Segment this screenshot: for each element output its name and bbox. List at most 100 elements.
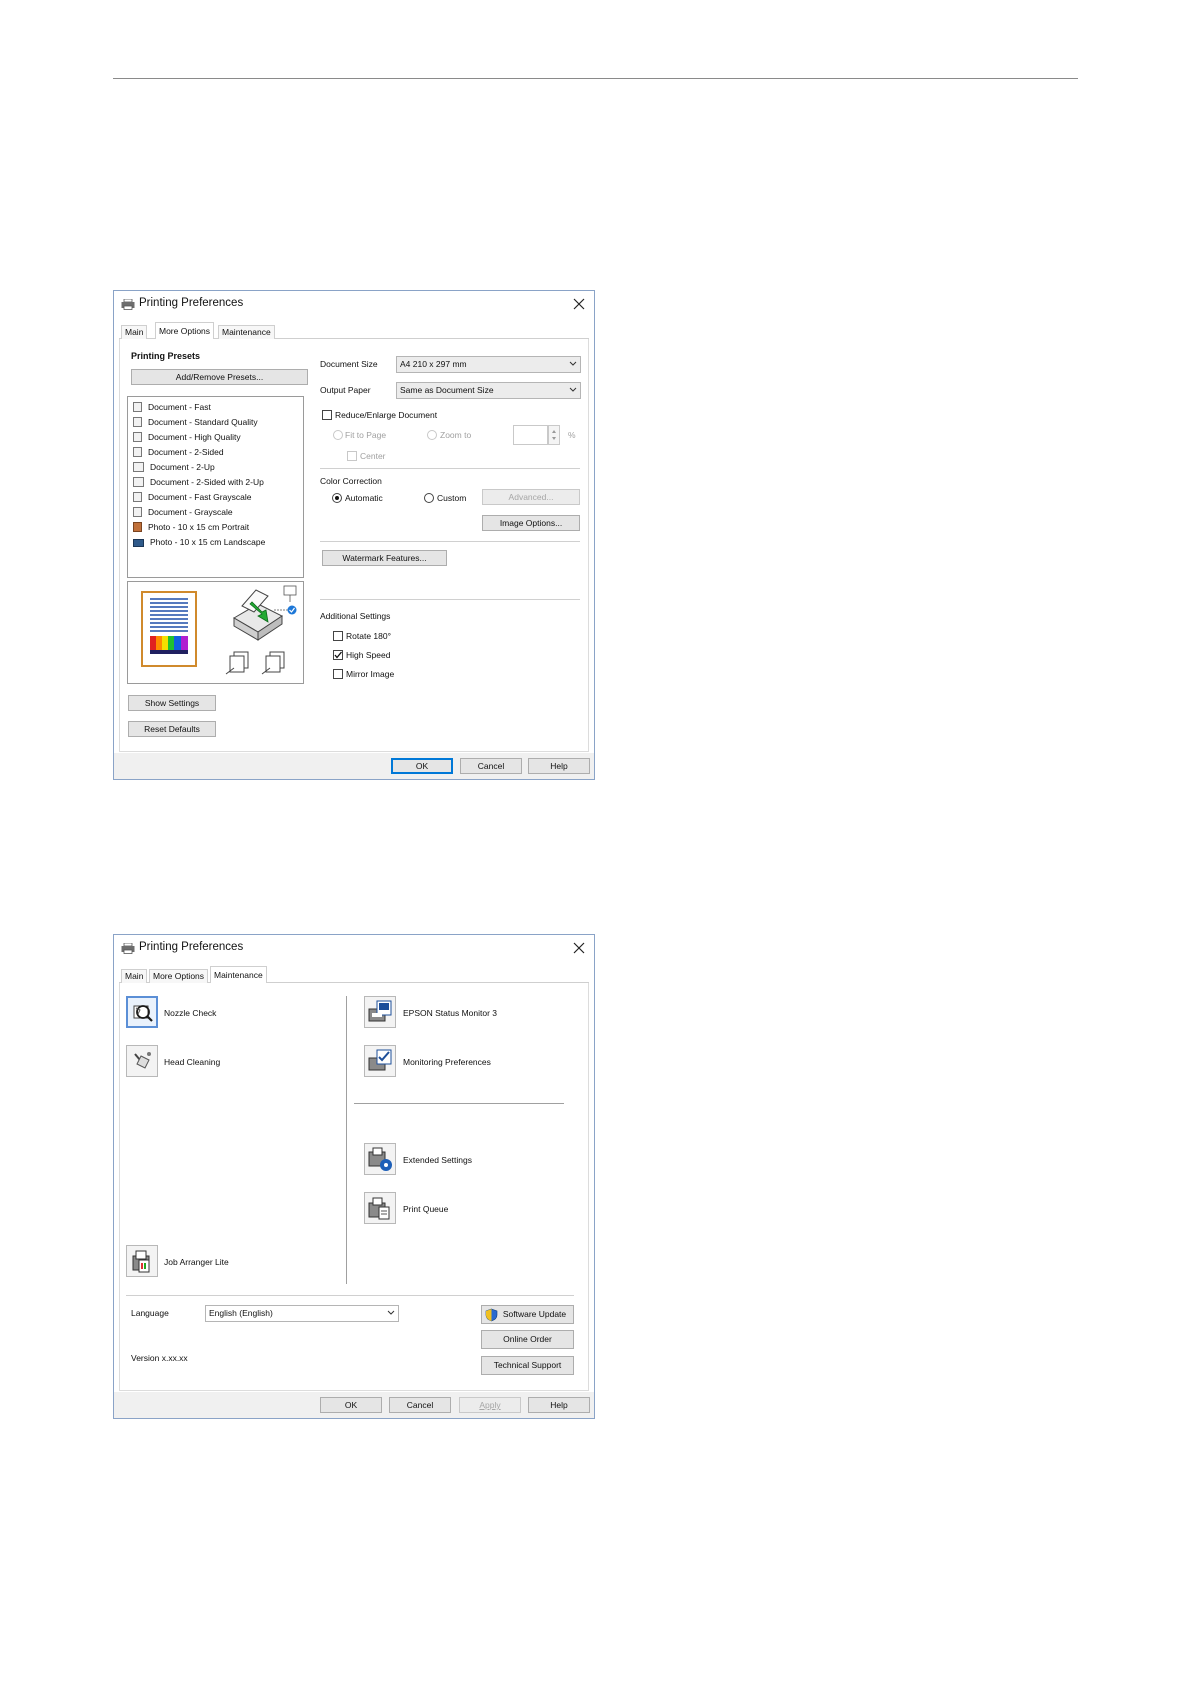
close-icon[interactable] <box>569 938 589 958</box>
mirror-image-label: Mirror Image <box>346 669 395 679</box>
printing-preferences-dialog-more-options: Printing Preferences Main More Options M… <box>113 290 595 780</box>
watermark-features-button[interactable]: Watermark Features... <box>322 550 447 566</box>
cancel-button[interactable]: Cancel <box>460 758 522 774</box>
list-item[interactable]: Photo - 10 x 15 cm Landscape <box>133 535 265 549</box>
software-update-button[interactable]: Software Update <box>481 1305 574 1324</box>
list-item[interactable]: Document - Standard Quality <box>133 415 258 429</box>
tab-maintenance[interactable]: Maintenance <box>218 325 275 339</box>
tab-bar: Main More Options Maintenance <box>119 322 589 340</box>
epson-status-monitor-button[interactable] <box>364 996 396 1028</box>
print-queue-button[interactable] <box>364 1192 396 1224</box>
close-icon[interactable] <box>569 294 589 314</box>
reset-defaults-button[interactable]: Reset Defaults <box>128 721 216 737</box>
photo-landscape-icon <box>133 539 144 547</box>
apply-button[interactable]: Apply <box>459 1397 521 1413</box>
head-cleaning-label: Head Cleaning <box>164 1057 221 1067</box>
print-queue-label: Print Queue <box>403 1204 449 1214</box>
divider <box>126 1295 574 1296</box>
online-order-button[interactable]: Online Order <box>481 1330 574 1349</box>
center-checkbox[interactable] <box>347 451 357 461</box>
shield-icon <box>485 1308 498 1322</box>
language-label: Language <box>131 1308 169 1318</box>
nozzle-check-label: Nozzle Check <box>164 1008 217 1018</box>
divider <box>320 541 580 542</box>
version-text: Version x.xx.xx <box>131 1353 188 1363</box>
document-icon <box>133 417 142 427</box>
high-speed-checkbox[interactable] <box>333 650 343 660</box>
extended-settings-button[interactable] <box>364 1143 396 1175</box>
settings-preview <box>127 581 304 684</box>
image-options-button[interactable]: Image Options... <box>482 515 580 531</box>
printer-illustration-icon <box>233 585 297 641</box>
rotate-180-checkbox[interactable] <box>333 631 343 641</box>
document-size-select[interactable]: A4 210 x 297 mm <box>396 356 581 373</box>
additional-settings-heading: Additional Settings <box>320 611 391 621</box>
help-button[interactable]: Help <box>528 758 590 774</box>
zoom-percent-input[interactable] <box>513 425 548 445</box>
head-cleaning-button[interactable] <box>126 1045 158 1077</box>
grayscale-document-icon <box>133 492 142 502</box>
custom-label: Custom <box>437 493 467 503</box>
fit-to-page-radio[interactable] <box>333 430 343 440</box>
head-cleaning-icon <box>134 1052 151 1069</box>
show-settings-button[interactable]: Show Settings <box>128 695 216 711</box>
list-item[interactable]: Document - High Quality <box>133 430 241 444</box>
help-button[interactable]: Help <box>528 1397 590 1413</box>
mirror-image-checkbox[interactable] <box>333 669 343 679</box>
add-remove-presets-button[interactable]: Add/Remove Presets... <box>131 369 308 385</box>
list-item[interactable]: Document - 2-Sided with 2-Up <box>133 475 264 489</box>
spinner-arrows-icon <box>552 430 556 440</box>
tab-main[interactable]: Main <box>121 325 148 339</box>
monitoring-preferences-label: Monitoring Preferences <box>403 1057 491 1067</box>
nozzle-check-button[interactable] <box>126 996 158 1028</box>
dialog-footer: OK Cancel Apply Help <box>114 1392 594 1418</box>
list-item[interactable]: Document - Fast Grayscale <box>133 490 251 504</box>
fit-to-page-label: Fit to Page <box>345 430 387 440</box>
stacked-pages-icon <box>225 651 249 675</box>
printer-icon <box>121 943 135 954</box>
extended-settings-icon <box>368 1147 392 1171</box>
chevron-down-icon <box>569 387 577 392</box>
grayscale-document-icon <box>133 507 142 517</box>
status-monitor-icon <box>368 1000 392 1022</box>
job-arranger-lite-button[interactable] <box>126 1245 158 1277</box>
divider <box>354 1103 564 1104</box>
list-item[interactable]: Document - 2-Sided <box>133 445 224 459</box>
list-item[interactable]: Document - Fast <box>133 400 211 414</box>
language-select[interactable]: English (English) <box>205 1305 399 1322</box>
output-paper-select[interactable]: Same as Document Size <box>396 382 581 399</box>
zoom-to-radio[interactable] <box>427 430 437 440</box>
printing-preferences-dialog-maintenance: Printing Preferences Main More Options M… <box>113 934 595 1419</box>
automatic-radio[interactable] <box>332 493 342 503</box>
ok-button[interactable]: OK <box>320 1397 382 1413</box>
job-arranger-lite-label: Job Arranger Lite <box>164 1257 229 1267</box>
tab-main[interactable]: Main <box>121 969 148 983</box>
list-item[interactable]: Document - Grayscale <box>133 505 233 519</box>
tab-more-options[interactable]: More Options <box>149 969 209 983</box>
tab-maintenance[interactable]: Maintenance <box>210 966 267 984</box>
job-arranger-icon <box>132 1250 150 1273</box>
list-item[interactable]: Photo - 10 x 15 cm Portrait <box>133 520 249 534</box>
monitoring-preferences-button[interactable] <box>364 1045 396 1077</box>
photo-portrait-icon <box>133 522 142 532</box>
color-correction-heading: Color Correction <box>320 476 382 486</box>
extended-settings-label: Extended Settings <box>403 1155 472 1165</box>
cancel-button[interactable]: Cancel <box>389 1397 451 1413</box>
advanced-button[interactable]: Advanced... <box>482 489 580 505</box>
checkmark-icon <box>334 651 343 659</box>
custom-radio[interactable] <box>424 493 434 503</box>
chevron-down-icon <box>569 361 577 366</box>
tab-more-options[interactable]: More Options <box>155 322 215 340</box>
nozzle-check-icon <box>133 1005 153 1022</box>
divider <box>320 468 580 469</box>
list-item[interactable]: Document - 2-Up <box>133 460 215 474</box>
technical-support-button[interactable]: Technical Support <box>481 1356 574 1375</box>
dialog-title: Printing Preferences <box>139 297 244 309</box>
zoom-spinner[interactable] <box>548 425 560 445</box>
stacked-pages-reverse-icon <box>261 651 285 675</box>
reduce-enlarge-checkbox[interactable] <box>322 410 332 420</box>
rotate-180-label: Rotate 180° <box>346 631 391 641</box>
presets-list[interactable]: Document - Fast Document - Standard Qual… <box>127 396 304 578</box>
ok-button[interactable]: OK <box>391 758 453 774</box>
title-bar: Printing Preferences <box>114 935 594 963</box>
